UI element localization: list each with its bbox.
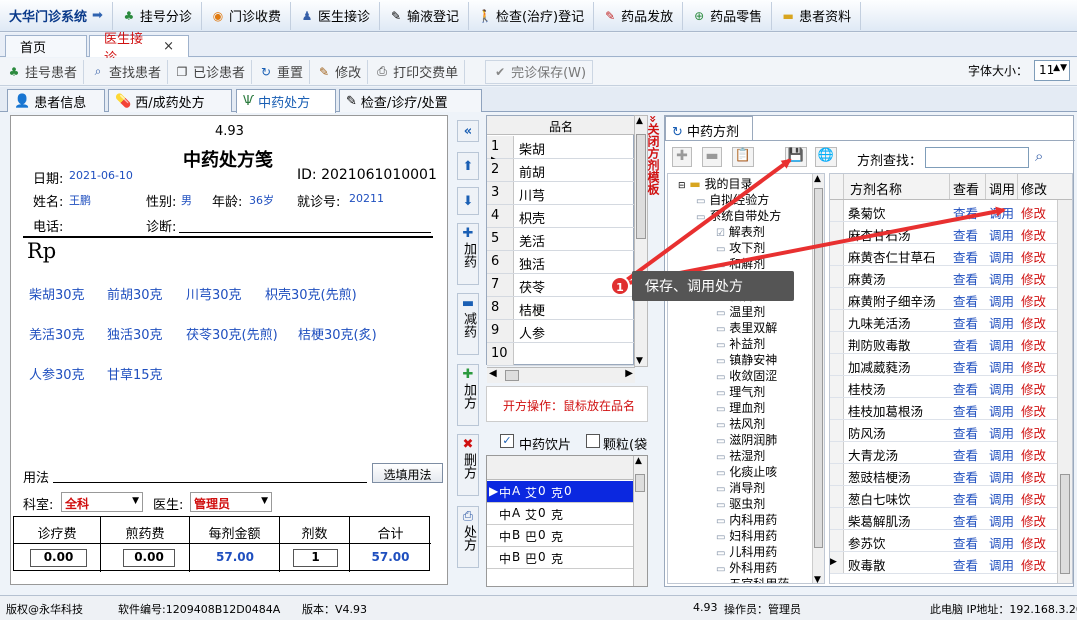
software-number: 软件编号:1209408B12D0484A xyxy=(118,603,281,616)
step-badge: 1 xyxy=(610,276,630,296)
ip-address: 此电脑 IP地址：192.168.3.20 xyxy=(930,603,1077,616)
copyright: 版权@永华科技 xyxy=(6,603,83,616)
arrow-to-save xyxy=(622,158,792,284)
tooltip-save-call: 保存、调用处方 xyxy=(632,271,794,301)
annotation-arrows xyxy=(622,158,1006,285)
version: 版本：V4.93 xyxy=(302,603,368,616)
status-bar: 版权@永华科技 软件编号:1209408B12D0484A 版本：V4.93 4… xyxy=(0,595,1077,620)
operator: 操作员：管理员 xyxy=(724,603,801,616)
version-short: 4.93 xyxy=(693,601,718,614)
